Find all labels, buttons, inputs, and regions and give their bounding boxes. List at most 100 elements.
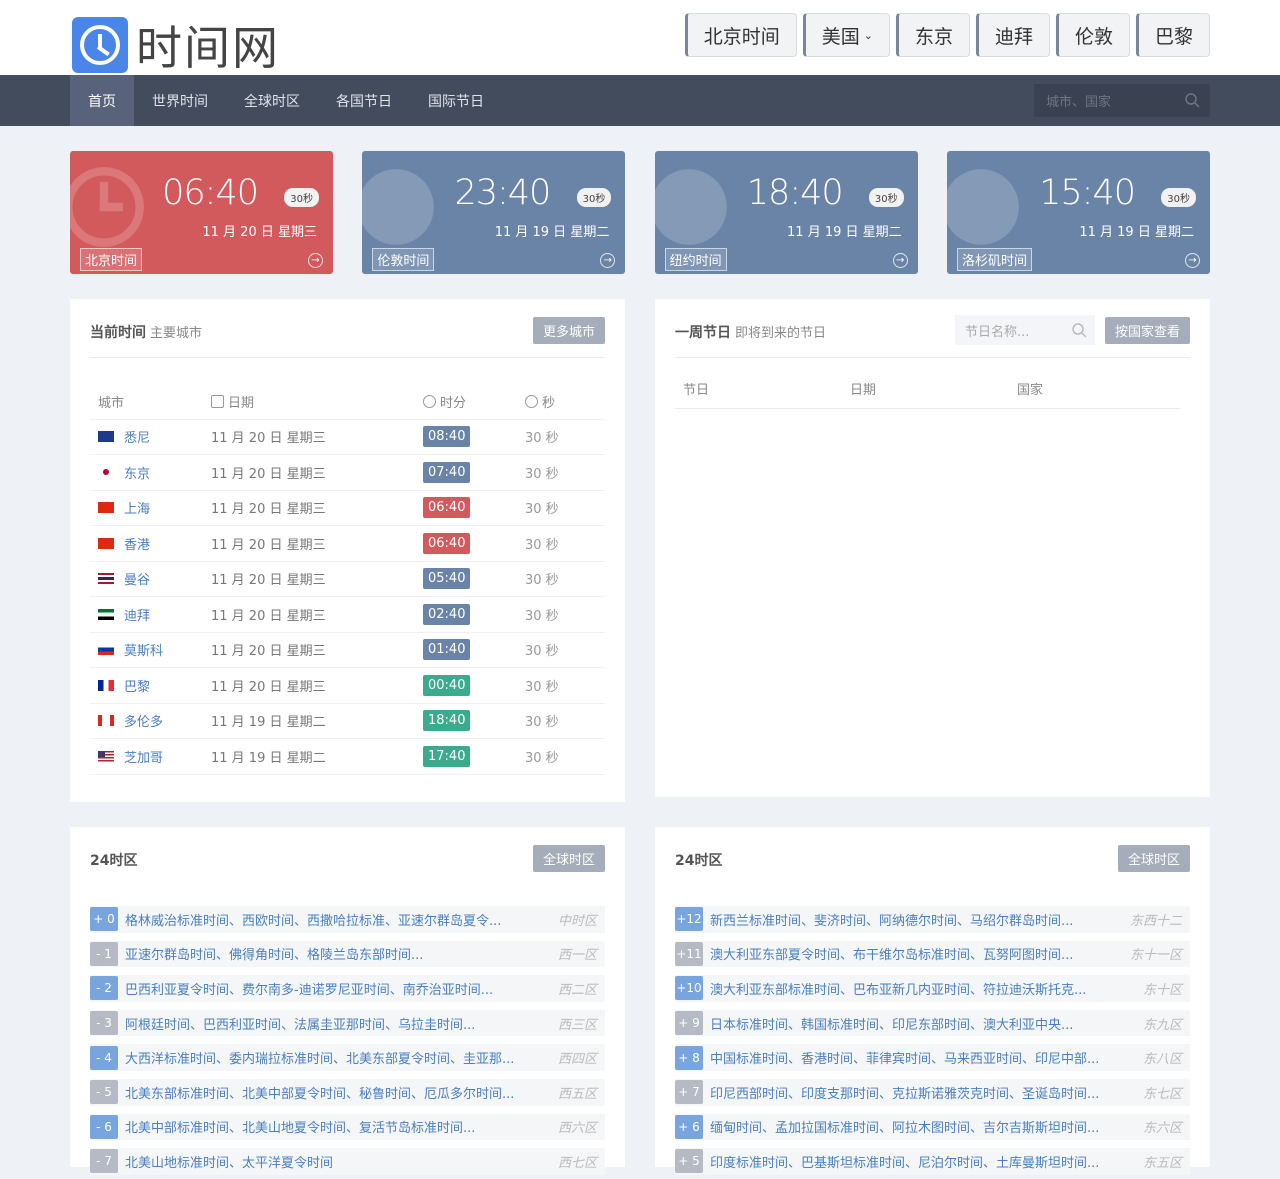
global-timezones-button[interactable]: 全球时区 xyxy=(1117,845,1190,872)
flag-ca-icon xyxy=(98,715,114,727)
sec-cell: 30 秒 xyxy=(525,537,559,553)
nav-item-country-holidays[interactable]: 各国节日 xyxy=(318,75,410,126)
more-cities-button[interactable]: 更多城市 xyxy=(532,317,605,344)
panel-title: 24时区 xyxy=(90,853,138,869)
utc-offset-badge: + 6 xyxy=(675,1114,703,1139)
nav-item-global-timezones[interactable]: 全球时区 xyxy=(226,75,318,126)
utc-offset-badge: + 7 xyxy=(675,1080,703,1105)
city-button-tokyo[interactable]: 东京 xyxy=(895,13,970,57)
nav-item-world-time[interactable]: 世界时间 xyxy=(134,75,226,126)
timezone-names-link[interactable]: 北美东部标准时间、北美中部夏令时间、秘鲁时间、厄瓜多尔时间... xyxy=(125,1083,514,1102)
card-date: 11 月 19 日 星期二 xyxy=(787,225,902,240)
global-timezones-button[interactable]: 全球时区 xyxy=(532,845,605,872)
city-link[interactable]: 迪拜 xyxy=(124,605,150,624)
city-link[interactable]: 莫斯科 xyxy=(124,640,163,659)
timezone-names-link[interactable]: 巴西利亚夏令时间、费尔南多-迪诺罗尼亚时间、南乔治亚时间... xyxy=(125,979,493,998)
hm-cell: 06:40 xyxy=(423,497,525,519)
timezone-row[interactable]: + 9 日本标准时间、韩国标准时间、印尼东部时间、澳大利亚中央... 东九区 xyxy=(675,1006,1190,1041)
time-card-london[interactable]: 23:40 30秒 11 月 19 日 星期二 伦敦时间 → xyxy=(362,151,626,274)
table-row: 巴黎 11 月 20 日 星期三 00:40 30 秒 xyxy=(90,668,605,704)
timezone-row[interactable]: - 4 大西洋标准时间、委内瑞拉标准时间、北美东部夏令时间、圭亚那... 西四区 xyxy=(90,1040,605,1075)
timezone-row[interactable]: + 8 中国标准时间、香港时间、菲律宾时间、马来西亚时间、印尼中部... 东八区 xyxy=(675,1040,1190,1075)
time-badge: 17:40 xyxy=(423,745,471,767)
timezone-row[interactable]: - 5 北美东部标准时间、北美中部夏令时间、秘鲁时间、厄瓜多尔时间... 西五区 xyxy=(90,1075,605,1110)
city-button-london[interactable]: 伦敦 xyxy=(1055,13,1130,57)
city-link[interactable]: 悉尼 xyxy=(124,427,150,446)
search-icon[interactable] xyxy=(1071,322,1087,338)
timezone-names-link[interactable]: 格林威治标准时间、西欧时间、西撒哈拉标准、亚速尔群岛夏令... xyxy=(125,910,501,929)
city-button-label: 迪拜 xyxy=(994,25,1033,48)
zone-name: 东六区 xyxy=(1142,1121,1182,1137)
arrow-right-icon[interactable]: → xyxy=(892,253,908,268)
timezone-names-link[interactable]: 澳大利亚东部夏令时间、布干维尔岛标准时间、瓦努阿图时间... xyxy=(710,944,1073,963)
table-row: 迪拜 11 月 20 日 星期三 02:40 30 秒 xyxy=(90,597,605,633)
city-link[interactable]: 香港 xyxy=(124,534,150,553)
timezone-row[interactable]: + 6 缅甸时间、孟加拉国标准时间、阿拉木图时间、吉尔吉斯斯坦时间... 东六区 xyxy=(675,1110,1190,1145)
time-card-los-angeles[interactable]: 15:40 30秒 11 月 19 日 星期二 洛杉矶时间 → xyxy=(946,151,1210,274)
site-logo[interactable]: 时间网 xyxy=(72,12,280,78)
utc-offset-badge: - 4 xyxy=(90,1045,118,1070)
timezone-names-link[interactable]: 北美山地标准时间、太平洋夏令时间 xyxy=(125,1152,333,1171)
timezone-names-link[interactable]: 亚速尔群岛时间、佛得角时间、格陵兰岛东部时间... xyxy=(125,944,423,963)
timezone-row[interactable]: +11 澳大利亚东部夏令时间、布干维尔岛标准时间、瓦努阿图时间... 东十一区 xyxy=(675,937,1190,972)
city-link[interactable]: 东京 xyxy=(124,463,150,482)
city-link[interactable]: 巴黎 xyxy=(124,676,150,695)
utc-offset-badge: + 9 xyxy=(675,1011,703,1036)
timezone-row[interactable]: +12 新西兰标准时间、斐济时间、阿纳德尔时间、马绍尔群岛时间... 东西十二 xyxy=(675,902,1190,937)
timezone-names-link[interactable]: 日本标准时间、韩国标准时间、印尼东部时间、澳大利亚中央... xyxy=(710,1014,1073,1033)
timezone-row[interactable]: - 7 北美山地标准时间、太平洋夏令时间 西七区 xyxy=(90,1144,605,1179)
timezone-row[interactable]: - 1 亚速尔群岛时间、佛得角时间、格陵兰岛东部时间... 西一区 xyxy=(90,937,605,972)
utc-offset-badge: + 5 xyxy=(675,1149,703,1174)
flag-jp-icon xyxy=(98,466,114,478)
sec-cell: 30 秒 xyxy=(525,644,559,660)
hm-cell: 06:40 xyxy=(423,532,525,554)
search-icon[interactable] xyxy=(1184,92,1200,108)
time-card-beijing[interactable]: 06:40 30秒 11 月 20 日 星期三 北京时间 → xyxy=(70,151,333,274)
timezone-row[interactable]: + 7 印尼西部时间、印度支那时间、克拉斯诺雅茨克时间、圣诞岛时间... 东七区 xyxy=(675,1075,1190,1110)
panel-header: 一周节日 即将到来的节日 节日名称... 按国家查看 xyxy=(675,299,1190,358)
city-search-input[interactable]: 城市、国家 xyxy=(1034,84,1210,117)
city-link[interactable]: 芝加哥 xyxy=(124,747,163,766)
panel-subtitle: 即将到来的节日 xyxy=(735,326,827,341)
timezone-row[interactable]: + 5 印度标准时间、巴基斯坦标准时间、尼泊尔时间、土库曼斯坦时间... 东五区 xyxy=(675,1144,1190,1179)
card-seconds-badge: 30秒 xyxy=(284,188,319,207)
timezone-names-link[interactable]: 新西兰标准时间、斐济时间、阿纳德尔时间、马绍尔群岛时间... xyxy=(710,910,1073,929)
date-cell: 11 月 20 日 星期三 xyxy=(211,644,326,660)
timezone-names-link[interactable]: 印尼西部时间、印度支那时间、克拉斯诺雅茨克时间、圣诞岛时间... xyxy=(710,1083,1099,1102)
timezone-names-link[interactable]: 印度标准时间、巴基斯坦标准时间、尼泊尔时间、土库曼斯坦时间... xyxy=(710,1152,1099,1171)
holiday-search-input[interactable]: 节日名称... xyxy=(955,315,1095,345)
timezone-names-link[interactable]: 阿根廷时间、巴西利亚时间、法属圭亚那时间、乌拉圭时间... xyxy=(125,1014,475,1033)
timezone-names-link[interactable]: 北美中部标准时间、北美山地夏令时间、复活节岛标准时间... xyxy=(125,1117,475,1136)
arrow-right-icon[interactable]: → xyxy=(1184,253,1200,268)
utc-offset-badge: - 2 xyxy=(90,976,118,1001)
timezone-names-link[interactable]: 中国标准时间、香港时间、菲律宾时间、马来西亚时间、印尼中部... xyxy=(710,1048,1099,1067)
timezone-names-link[interactable]: 大西洋标准时间、委内瑞拉标准时间、北美东部夏令时间、圭亚那... xyxy=(125,1048,514,1067)
timezone-row[interactable]: - 6 北美中部标准时间、北美山地夏令时间、复活节岛标准时间... 西六区 xyxy=(90,1110,605,1145)
city-button-usa[interactable]: 美国 ⌄ xyxy=(802,13,890,57)
city-link[interactable]: 曼谷 xyxy=(124,569,150,588)
city-cell: 莫斯科 xyxy=(90,640,211,659)
utc-offset-badge: - 7 xyxy=(90,1149,118,1174)
timezone-row[interactable]: - 3 阿根廷时间、巴西利亚时间、法属圭亚那时间、乌拉圭时间... 西三区 xyxy=(90,1006,605,1041)
time-card-new-york[interactable]: 18:40 30秒 11 月 19 日 星期二 纽约时间 → xyxy=(654,151,918,274)
timezone-row[interactable]: +10 澳大利亚东部标准时间、巴布亚新几内亚时间、符拉迪沃斯托克... 东十区 xyxy=(675,971,1190,1006)
timezone-row[interactable]: + 0 格林威治标准时间、西欧时间、西撒哈拉标准、亚速尔群岛夏令... 中时区 xyxy=(90,902,605,937)
timezone-names-link[interactable]: 澳大利亚东部标准时间、巴布亚新几内亚时间、符拉迪沃斯托克... xyxy=(710,979,1086,998)
city-button-beijing[interactable]: 北京时间 xyxy=(684,13,797,57)
city-button-dubai[interactable]: 迪拜 xyxy=(975,13,1050,57)
nav-item-intl-holidays[interactable]: 国际节日 xyxy=(410,75,502,126)
arrow-right-icon[interactable]: → xyxy=(308,253,323,268)
chevron-down-icon: ⌄ xyxy=(863,28,873,42)
search-placeholder: 节日名称... xyxy=(965,324,1030,340)
hm-cell: 18:40 xyxy=(423,710,525,732)
timezone-row[interactable]: - 2 巴西利亚夏令时间、费尔南多-迪诺罗尼亚时间、南乔治亚时间... 西二区 xyxy=(90,971,605,1006)
sec-cell: 30 秒 xyxy=(525,466,559,482)
timezone-names-link[interactable]: 缅甸时间、孟加拉国标准时间、阿拉木图时间、吉尔吉斯斯坦时间... xyxy=(710,1117,1099,1136)
by-country-button[interactable]: 按国家查看 xyxy=(1104,317,1190,344)
nav-item-home[interactable]: 首页 xyxy=(70,75,134,126)
city-button-paris[interactable]: 巴黎 xyxy=(1135,13,1210,57)
city-link[interactable]: 上海 xyxy=(124,498,150,517)
city-link[interactable]: 多伦多 xyxy=(124,711,163,730)
arrow-right-icon[interactable]: → xyxy=(600,253,616,268)
globe-icon xyxy=(654,169,727,245)
